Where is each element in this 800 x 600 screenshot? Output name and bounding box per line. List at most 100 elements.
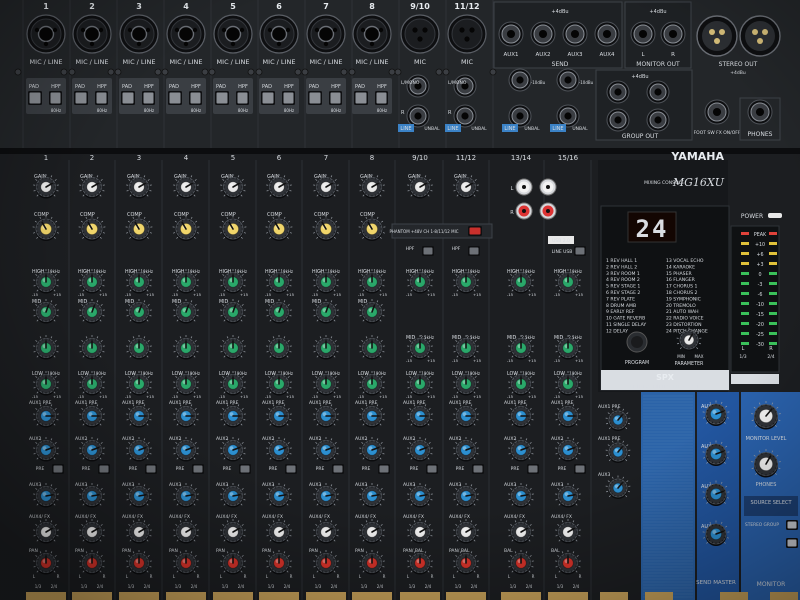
xlr-combo-jack[interactable]: [26, 14, 66, 54]
stereo-group-button[interactable]: [786, 520, 798, 530]
aux-send-jack[interactable]: [498, 21, 524, 47]
screw: [388, 68, 396, 76]
hpf-button[interactable]: [236, 91, 249, 105]
phantom-button[interactable]: [468, 226, 482, 236]
pad-button[interactable]: [308, 91, 322, 105]
xlr-mic-jack[interactable]: [400, 14, 440, 54]
line-r-jack[interactable]: [406, 104, 430, 128]
screw: [255, 68, 263, 76]
pad-label: PAD: [75, 84, 85, 90]
stereo-in-r-jack[interactable]: [556, 104, 580, 128]
pre-button[interactable]: [472, 464, 484, 474]
fader-cap-top: [119, 592, 159, 600]
stereo-in-l-jack[interactable]: [508, 68, 532, 92]
aux-send-jack[interactable]: [562, 21, 588, 47]
pre-button[interactable]: [527, 464, 539, 474]
line-label: LINE: [447, 126, 458, 132]
pad-button[interactable]: [215, 91, 229, 105]
line-r-jack[interactable]: [453, 104, 477, 128]
group-out-jack[interactable]: [606, 80, 630, 104]
pad-button[interactable]: [121, 91, 135, 105]
aux-send-jack[interactable]: [594, 21, 620, 47]
top-channel-number: 6: [276, 2, 282, 11]
line-l-mono-jack[interactable]: [453, 74, 477, 98]
source-button-2[interactable]: [786, 538, 798, 548]
aux-send-label: AUX2: [535, 52, 550, 58]
hpf-button[interactable]: [375, 91, 388, 105]
pre-button[interactable]: [239, 464, 251, 474]
pre-button[interactable]: [145, 464, 157, 474]
line-usb-button[interactable]: [574, 246, 586, 256]
hpf-button[interactable]: [49, 91, 62, 105]
meter-led-r: [769, 342, 777, 345]
monitor-out-jack[interactable]: [660, 21, 686, 47]
group-out-jack[interactable]: [646, 80, 670, 104]
hpf-button[interactable]: [95, 91, 108, 105]
rca-in-r-red-2[interactable]: [539, 202, 557, 220]
rca-in-l-white[interactable]: [515, 178, 533, 196]
hpf-button[interactable]: [468, 246, 480, 256]
xlr-combo-jack[interactable]: [352, 14, 392, 54]
pre-button[interactable]: [52, 464, 64, 474]
pan-label: PAN: [355, 548, 364, 554]
hpf-button[interactable]: [329, 91, 342, 105]
hpf-button[interactable]: [422, 246, 434, 256]
eq-range-min: -15: [452, 292, 459, 297]
xlr-mic-jack[interactable]: [447, 14, 487, 54]
fader-cap-top: [352, 592, 392, 600]
pre-button[interactable]: [98, 464, 110, 474]
source-select-label: SOURCE SELECT: [750, 500, 792, 506]
line-l-mono-jack[interactable]: [406, 74, 430, 98]
phones-jack[interactable]: [747, 99, 773, 125]
group-out-jack[interactable]: [646, 108, 670, 132]
brand-logo: YAMAHA: [670, 150, 724, 163]
pre-button[interactable]: [426, 464, 438, 474]
pad-button[interactable]: [74, 91, 88, 105]
group-out-jack[interactable]: [606, 108, 630, 132]
pre-button[interactable]: [192, 464, 204, 474]
pan-range-r: R: [579, 574, 582, 579]
fader-cap-top: [770, 592, 798, 600]
xlr-combo-jack[interactable]: [72, 14, 112, 54]
hpf-freq-label: 80Hz: [97, 108, 107, 113]
rca-in-l-white-2[interactable]: [539, 178, 557, 196]
stereo-out-l-xlr[interactable]: [696, 15, 738, 57]
rca-in-r-red[interactable]: [515, 202, 533, 220]
monitor-out-jack[interactable]: [630, 21, 656, 47]
xlr-combo-jack[interactable]: [306, 14, 346, 54]
eq-range-min: -15: [554, 292, 561, 297]
bus-label: 1/3: [361, 584, 368, 589]
stereo-in-r-jack[interactable]: [508, 104, 532, 128]
pad-button[interactable]: [354, 91, 368, 105]
eq-range-min: -15: [219, 394, 226, 399]
comp-label: COMP: [267, 212, 282, 218]
xlr-combo-jack[interactable]: [166, 14, 206, 54]
xlr-combo-jack[interactable]: [259, 14, 299, 54]
aux2-label: AUX2: [504, 436, 516, 442]
aux-send-jack[interactable]: [530, 21, 556, 47]
hpf-button[interactable]: [142, 91, 155, 105]
pre-button[interactable]: [285, 464, 297, 474]
xlr-combo-jack[interactable]: [213, 14, 253, 54]
xlr-combo-jack[interactable]: [119, 14, 159, 54]
mic-line-label: MIC / LINE: [30, 58, 63, 66]
hpf-freq-label: 80Hz: [51, 108, 61, 113]
pre-button[interactable]: [378, 464, 390, 474]
pre-button[interactable]: [574, 464, 586, 474]
param-max-label: MAX: [695, 354, 704, 359]
stereo-out-r-xlr[interactable]: [739, 15, 781, 57]
pre-label: PRE: [223, 466, 232, 472]
bus-label: 2/4: [471, 584, 478, 589]
eq-range-min: -15: [358, 292, 365, 297]
pad-button[interactable]: [168, 91, 182, 105]
hpf-button[interactable]: [282, 91, 295, 105]
hpf-button[interactable]: [189, 91, 202, 105]
pad-button[interactable]: [261, 91, 275, 105]
pre-label: PRE: [410, 466, 419, 472]
foot-switch-jack[interactable]: [704, 99, 730, 125]
pad-button[interactable]: [28, 91, 42, 105]
stereo-in-l-jack[interactable]: [556, 68, 580, 92]
pan-label: PAN: [169, 548, 178, 554]
top-channel-number: 2: [89, 2, 95, 11]
pre-button[interactable]: [332, 464, 344, 474]
